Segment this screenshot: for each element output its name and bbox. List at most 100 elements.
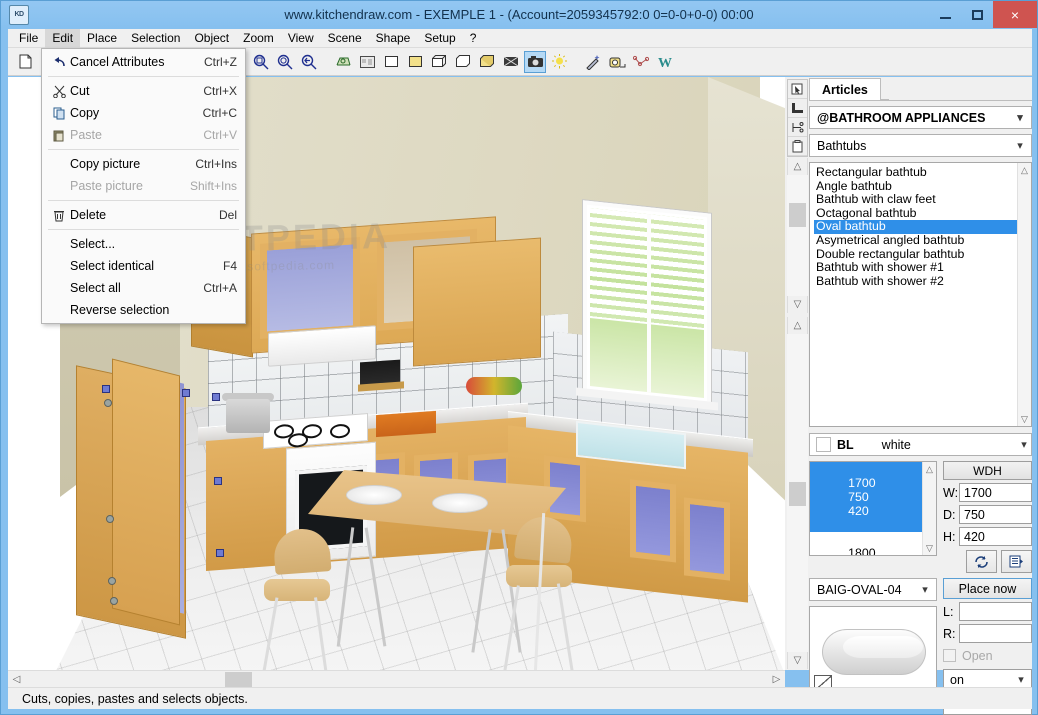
menu-help[interactable]: ? bbox=[463, 29, 484, 48]
menu-edit[interactable]: Edit bbox=[45, 28, 81, 48]
menu-shape[interactable]: Shape bbox=[369, 29, 418, 48]
zoom-previous-icon[interactable] bbox=[298, 51, 320, 73]
list-item[interactable]: Double rectangular bathtub bbox=[814, 247, 1031, 262]
scroll-up-arrow[interactable]: △ bbox=[787, 317, 808, 334]
scroll-down-arrow[interactable]: ▽ bbox=[926, 541, 933, 555]
menu-item-select[interactable]: Select... bbox=[42, 233, 245, 255]
zoom-window-icon[interactable] bbox=[250, 51, 272, 73]
list-item[interactable]: Angle bathtub bbox=[814, 179, 1031, 194]
upper-cabinet-right[interactable] bbox=[413, 237, 541, 367]
menu-setup[interactable]: Setup bbox=[417, 29, 462, 48]
scroll-down-arrow[interactable]: ▽ bbox=[787, 296, 808, 313]
cabinet-door[interactable] bbox=[260, 236, 360, 339]
tape-measure-icon[interactable] bbox=[606, 51, 628, 73]
box-hidden-icon[interactable] bbox=[452, 51, 474, 73]
left-input[interactable] bbox=[959, 602, 1032, 621]
list-item-selected[interactable]: Oval bathtub bbox=[814, 220, 1031, 234]
page-tool-icon[interactable] bbox=[788, 137, 807, 156]
maximize-button[interactable] bbox=[961, 1, 993, 28]
viewport-horizontal-scrollbar[interactable]: ◁ ▷ bbox=[8, 670, 785, 687]
new-document-icon[interactable] bbox=[14, 51, 36, 73]
menu-file[interactable]: File bbox=[12, 29, 45, 48]
refresh-icon[interactable] bbox=[966, 550, 997, 573]
scroll-up-arrow[interactable]: △ bbox=[787, 158, 808, 175]
list-item[interactable]: Asymetrical angled bathtub bbox=[814, 233, 1031, 248]
scroll-down-arrow[interactable]: ▽ bbox=[787, 652, 808, 669]
wall-corner-icon[interactable] bbox=[788, 99, 807, 118]
scroll-left-arrow[interactable]: ◁ bbox=[8, 674, 25, 685]
scrollbar-thumb[interactable] bbox=[789, 203, 806, 227]
select-arrow-icon[interactable] bbox=[788, 80, 807, 99]
dimension-presets-list[interactable]: 1700 750 420 1800 800 400 1850 900 420 △ bbox=[809, 461, 937, 556]
menu-item-cancel-attributes[interactable]: Cancel Attributes Ctrl+Z bbox=[42, 51, 245, 73]
texture-icon[interactable] bbox=[500, 51, 522, 73]
menu-scene[interactable]: Scene bbox=[321, 29, 369, 48]
category-select[interactable]: Bathtubs ▾ bbox=[809, 134, 1032, 157]
color-select[interactable]: BL white ▾ bbox=[809, 433, 1032, 456]
scrollbar-track[interactable] bbox=[787, 175, 808, 296]
elevation-view-icon[interactable] bbox=[356, 51, 378, 73]
wireframe-icon[interactable] bbox=[380, 51, 402, 73]
menu-object[interactable]: Object bbox=[187, 29, 236, 48]
scrollbar-track[interactable] bbox=[787, 334, 808, 652]
menu-item-copy-picture[interactable]: Copy picture Ctrl+Ins bbox=[42, 153, 245, 175]
camera-icon[interactable] bbox=[524, 50, 546, 73]
dimension-list-scrollbar[interactable]: △ ▽ bbox=[922, 462, 936, 555]
dimension-row-selected[interactable]: 1700 750 420 bbox=[810, 462, 936, 532]
menu-item-cut[interactable]: Cut Ctrl+X bbox=[42, 80, 245, 102]
fridge-door[interactable] bbox=[112, 358, 180, 626]
depth-input[interactable]: 750 bbox=[959, 505, 1032, 524]
menu-place[interactable]: Place bbox=[80, 29, 124, 48]
solid-fill-icon[interactable] bbox=[404, 51, 426, 73]
reference-select[interactable]: BAIG-OVAL-04 ▾ bbox=[809, 578, 937, 601]
right-input[interactable] bbox=[959, 624, 1032, 643]
scroll-up-arrow[interactable]: △ bbox=[926, 462, 933, 476]
scroll-up-arrow[interactable]: △ bbox=[1021, 163, 1028, 177]
cabinet-door[interactable] bbox=[684, 497, 730, 581]
place-now-button[interactable]: Place now bbox=[943, 578, 1032, 599]
articles-listbox[interactable]: Rectangular bathtub Angle bathtub Bathtu… bbox=[809, 162, 1032, 427]
minimize-button[interactable] bbox=[929, 1, 961, 28]
menu-zoom[interactable]: Zoom bbox=[236, 29, 281, 48]
scrollbar-thumb[interactable] bbox=[789, 482, 806, 506]
zoom-all-icon[interactable] bbox=[274, 51, 296, 73]
width-input[interactable]: 1700 bbox=[959, 483, 1032, 502]
scroll-right-arrow[interactable]: ▷ bbox=[768, 674, 785, 685]
cabinet-door[interactable] bbox=[630, 479, 676, 563]
polyline-icon[interactable] bbox=[630, 51, 652, 73]
plan-view-icon[interactable] bbox=[332, 51, 354, 73]
catalog-select[interactable]: @BATHROOM APPLIANCES ▾ bbox=[809, 106, 1032, 129]
menu-item-reverse-selection[interactable]: Reverse selection bbox=[42, 299, 245, 321]
box-solid-icon[interactable] bbox=[476, 51, 498, 73]
list-item[interactable]: Rectangular bathtub bbox=[814, 165, 1031, 180]
menu-item-select-all[interactable]: Select all Ctrl+A bbox=[42, 277, 245, 299]
wdh-button[interactable]: WDH bbox=[943, 461, 1032, 480]
dimension-row[interactable]: 1800 800 400 bbox=[810, 532, 936, 555]
close-button[interactable]: × bbox=[993, 1, 1037, 28]
height-input[interactable]: 420 bbox=[959, 527, 1032, 546]
menu-view[interactable]: View bbox=[281, 29, 321, 48]
panel-scrollbar-top[interactable]: △ ▽ bbox=[787, 158, 808, 313]
menu-selection[interactable]: Selection bbox=[124, 29, 187, 48]
list-item[interactable]: Bathtub with shower #1 bbox=[814, 261, 1031, 275]
list-item[interactable]: Bathtub with claw feet bbox=[814, 193, 1031, 207]
tab-articles[interactable]: Articles bbox=[809, 78, 881, 100]
scrollbar-track[interactable] bbox=[25, 671, 768, 688]
open-checkbox[interactable] bbox=[943, 649, 956, 662]
list-item[interactable]: Octagonal bathtub bbox=[814, 206, 1031, 221]
menu-item-copy[interactable]: Copy Ctrl+C bbox=[42, 102, 245, 124]
box-wire-icon[interactable] bbox=[428, 51, 450, 73]
edit-dropdown-menu[interactable]: Cancel Attributes Ctrl+Z Cut Ctrl+X Copy… bbox=[41, 48, 246, 324]
scroll-down-arrow[interactable]: ▽ bbox=[1021, 412, 1028, 426]
chair-seat[interactable] bbox=[264, 579, 330, 601]
dimension-tool-icon[interactable] bbox=[788, 118, 807, 137]
articles-list-scrollbar[interactable]: △ ▽ bbox=[1017, 163, 1031, 426]
menu-item-select-identical[interactable]: Select identical F4 bbox=[42, 255, 245, 277]
panel-scrollbar-bottom[interactable]: △ ▽ bbox=[787, 317, 808, 669]
menu-item-delete[interactable]: Delete Del bbox=[42, 204, 245, 226]
list-options-icon[interactable] bbox=[1001, 550, 1032, 573]
word-export-icon[interactable]: W bbox=[654, 51, 676, 73]
list-item[interactable]: Bathtub with shower #2 bbox=[814, 274, 1031, 289]
light-icon[interactable] bbox=[548, 51, 570, 73]
scrollbar-thumb[interactable] bbox=[225, 671, 252, 687]
